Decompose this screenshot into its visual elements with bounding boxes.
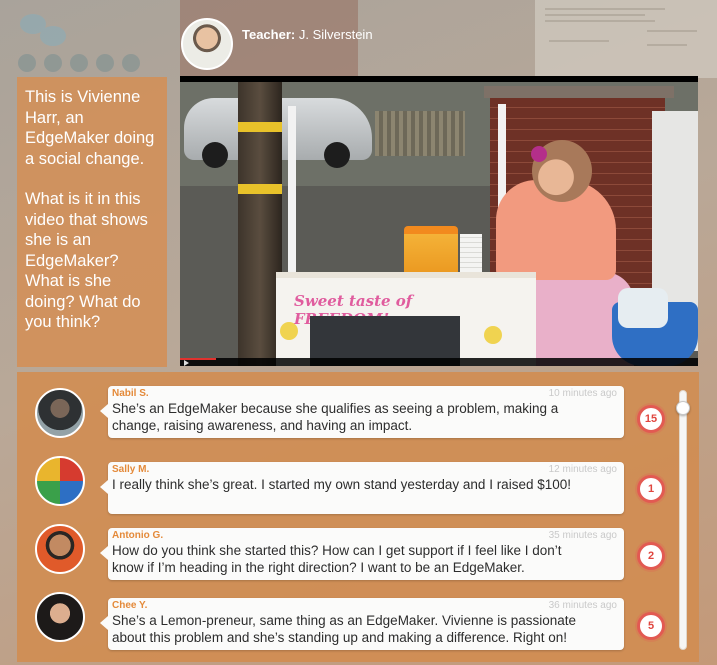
comment-text: She’s an EdgeMaker because she qualifies… bbox=[112, 401, 559, 433]
video-player[interactable]: Sweet taste of FREEDOM! bbox=[180, 76, 698, 366]
question-prompt: What is it in this video that shows she … bbox=[25, 190, 148, 331]
comment-author[interactable]: Chee Y. bbox=[112, 600, 147, 611]
comment-card: Nabil S. 10 minutes ago She’s an EdgeMak… bbox=[100, 386, 624, 438]
comment-card: Sally M. 12 minutes ago I really think s… bbox=[100, 462, 624, 514]
comment-item: Antonio G. 35 minutes ago How do you thi… bbox=[17, 522, 699, 580]
comment-text: She’s a Lemon-preneur, same thing as an … bbox=[112, 613, 577, 645]
teacher-label: Teacher: J. Silverstein bbox=[242, 27, 373, 42]
reply-count-badge[interactable]: 2 bbox=[637, 542, 665, 570]
comment-author[interactable]: Sally M. bbox=[112, 464, 149, 475]
comments-scrollbar[interactable] bbox=[676, 390, 690, 650]
question-panel: This is Vivienne Harr, an EdgeMaker doin… bbox=[17, 77, 167, 367]
avatar[interactable] bbox=[35, 524, 85, 574]
flower-icon bbox=[531, 146, 547, 162]
comment-time: 10 minutes ago bbox=[548, 388, 617, 399]
video-scene-fence bbox=[375, 111, 465, 156]
stand-sign: Sweet taste of FREEDOM! bbox=[294, 292, 413, 328]
comment-time: 35 minutes ago bbox=[548, 530, 617, 541]
video-scene-bag bbox=[618, 288, 668, 328]
comment-author[interactable]: Antonio G. bbox=[112, 530, 163, 541]
comment-item: Chee Y. 36 minutes ago She’s a Lemon-pre… bbox=[17, 592, 699, 650]
comment-author[interactable]: Nabil S. bbox=[112, 388, 149, 399]
comment-text: How do you think she started this? How c… bbox=[112, 543, 562, 575]
reply-count-badge[interactable]: 15 bbox=[637, 405, 665, 433]
comment-time: 12 minutes ago bbox=[548, 464, 617, 475]
avatar[interactable] bbox=[35, 592, 85, 642]
teacher-label-prefix: Teacher: bbox=[242, 27, 296, 42]
teacher-name: J. Silverstein bbox=[298, 27, 373, 42]
comment-panel: Nabil S. 10 minutes ago She’s an EdgeMak… bbox=[17, 372, 699, 662]
comment-card: Antonio G. 35 minutes ago How do you thi… bbox=[100, 528, 624, 580]
video-scene-post bbox=[288, 106, 296, 296]
comment-time: 36 minutes ago bbox=[548, 600, 617, 611]
comment-item: Sally M. 12 minutes ago I really think s… bbox=[17, 456, 699, 514]
avatar[interactable] bbox=[35, 388, 85, 438]
reply-count-badge[interactable]: 1 bbox=[637, 475, 665, 503]
background-people-icon bbox=[14, 12, 164, 82]
video-scene-stand: Sweet taste of FREEDOM! bbox=[276, 272, 536, 366]
reply-count-badge[interactable]: 5 bbox=[637, 612, 665, 640]
teacher-avatar[interactable] bbox=[181, 18, 233, 70]
question-intro: This is Vivienne Harr, an EdgeMaker doin… bbox=[25, 88, 155, 168]
video-top-bar bbox=[180, 76, 698, 82]
comment-text: I really think she’s great. I started my… bbox=[112, 477, 571, 492]
comment-card: Chee Y. 36 minutes ago She’s a Lemon-pre… bbox=[100, 598, 624, 650]
avatar[interactable] bbox=[35, 456, 85, 506]
video-controls[interactable] bbox=[180, 358, 698, 366]
scroll-thumb[interactable] bbox=[676, 401, 690, 415]
comment-item: Nabil S. 10 minutes ago She’s an EdgeMak… bbox=[17, 386, 699, 442]
background-document bbox=[535, 0, 717, 78]
play-icon[interactable] bbox=[184, 360, 189, 366]
